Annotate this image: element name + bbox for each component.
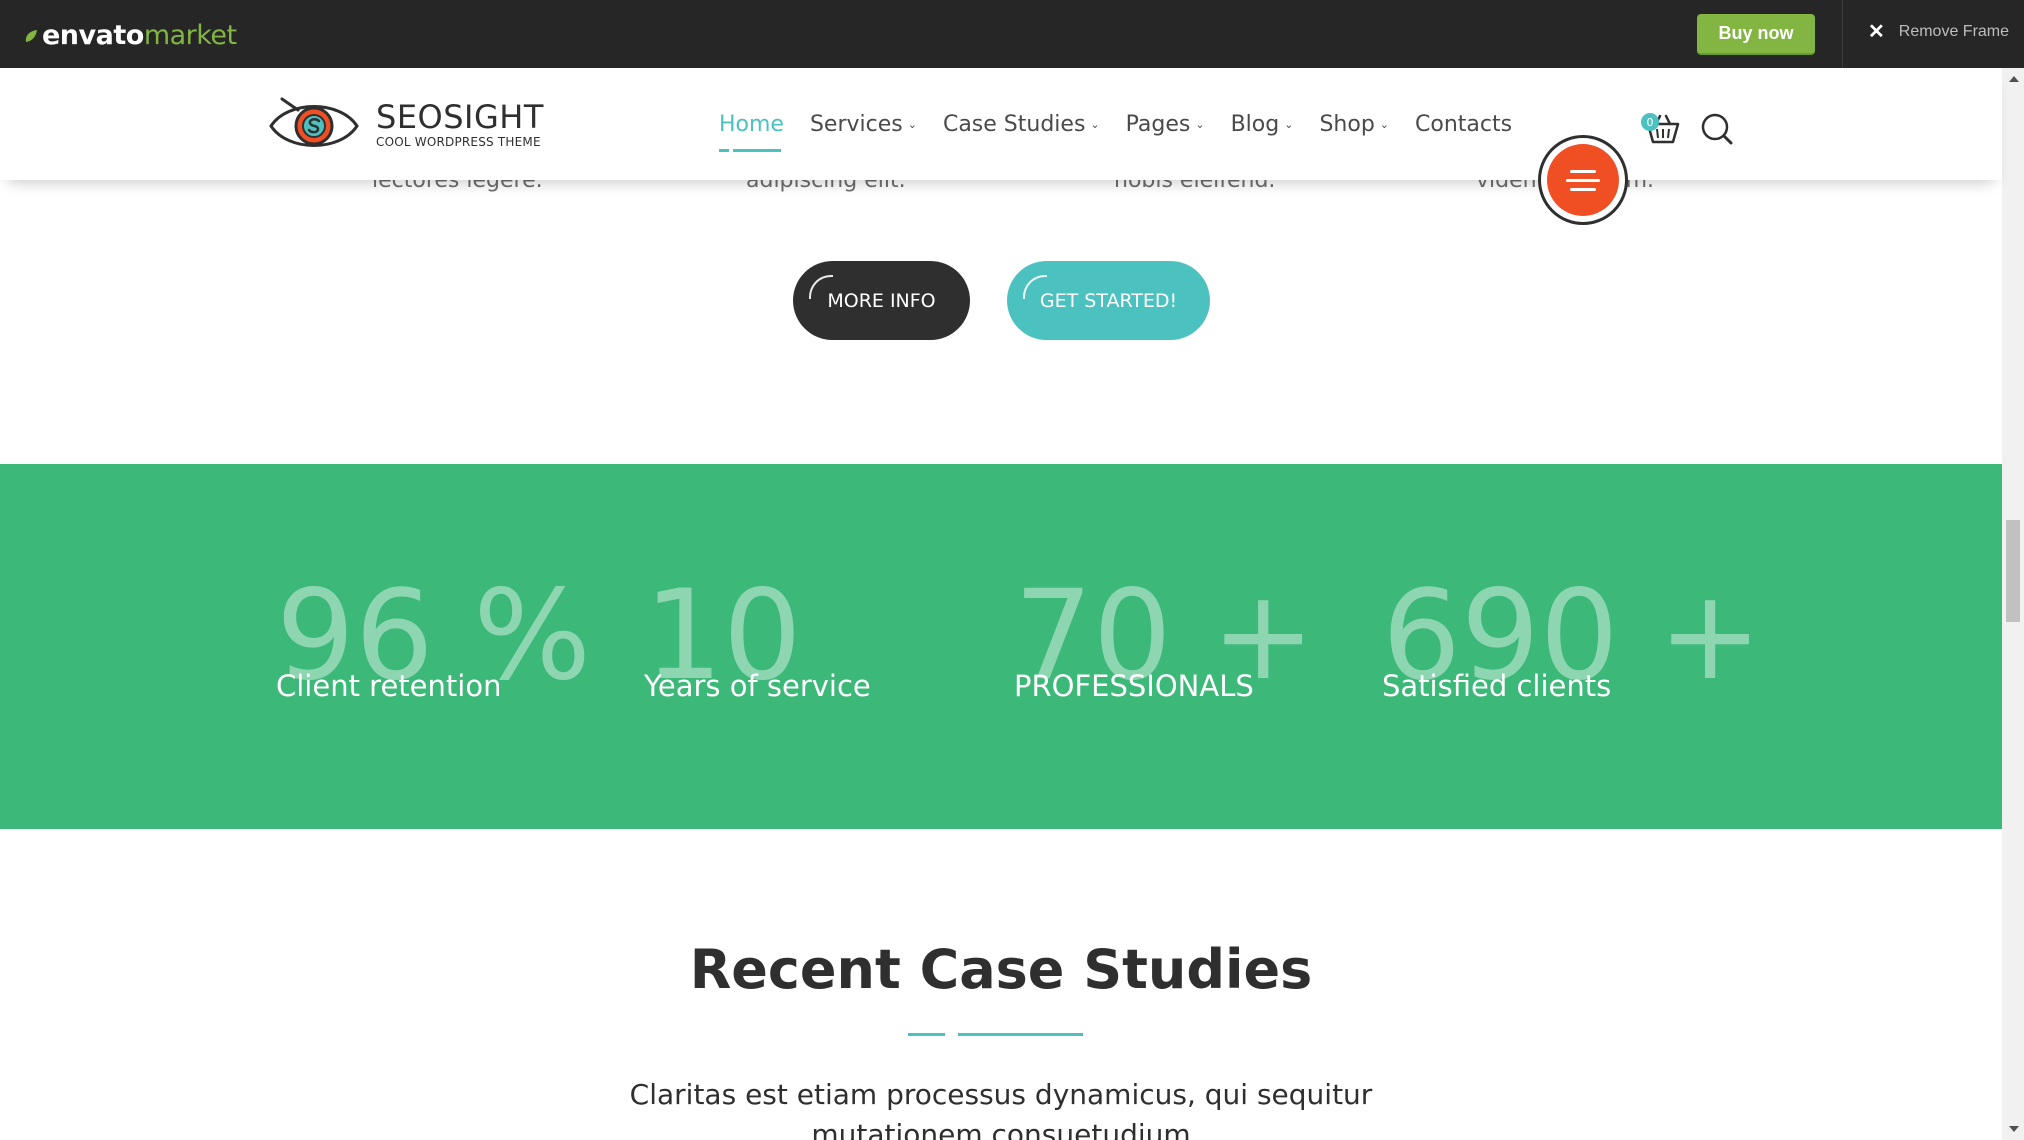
nav-item-shop[interactable]: Shop ⌄	[1319, 112, 1389, 137]
remove-frame-label: Remove Frame	[1898, 23, 2010, 40]
section-description: Claritas est etiam processus dynamicus, …	[629, 1078, 1373, 1140]
close-icon: ✕	[1868, 21, 1885, 43]
market-logo-word: market	[143, 20, 237, 51]
nav-item-label: Shop	[1319, 112, 1375, 137]
nav-item-label: Contacts	[1415, 112, 1513, 137]
eye-logo-icon	[269, 97, 359, 147]
page-scrollbar[interactable]	[2002, 68, 2024, 1140]
nav-item-home[interactable]: Home	[719, 112, 784, 152]
stat-label: PROFESSIONALS	[1014, 669, 1254, 703]
nav-item-label: Case Studies	[942, 112, 1086, 137]
cart-count-badge: 0	[1641, 113, 1659, 131]
envato-top-bar: envato market Buy now ✕ Remove Frame	[0, 0, 2024, 68]
brand-name: SEOSIGHT	[376, 98, 544, 136]
nav-item-case-studies[interactable]: Case Studies ⌄	[943, 112, 1100, 137]
get-started-button[interactable]: GET STARTED!	[1007, 261, 1210, 340]
chevron-down-icon: ⌄	[1195, 118, 1205, 131]
scroll-down-arrow-icon[interactable]	[2009, 1126, 2019, 1132]
nav-item-contacts[interactable]: Contacts	[1415, 112, 1512, 137]
chevron-down-icon: ⌄	[1090, 118, 1100, 131]
nav-item-label: Pages	[1125, 112, 1191, 137]
menu-icon	[1547, 144, 1619, 216]
bar-divider	[1842, 0, 1843, 68]
stat-label: Satisfied clients	[1382, 669, 1612, 703]
nav-item-label: Services	[809, 112, 903, 137]
nav-item-pages[interactable]: Pages ⌄	[1126, 112, 1205, 137]
nav-item-services[interactable]: Services ⌄	[810, 112, 917, 137]
scrollbar-thumb[interactable]	[2006, 520, 2020, 622]
search-icon[interactable]	[1700, 112, 1734, 146]
chevron-down-icon: ⌄	[1284, 118, 1294, 131]
stats-section: 96 % Client retention 10 Years of servic…	[0, 464, 2002, 829]
nav-item-label: Home	[719, 112, 784, 137]
brand-tagline: COOL WORDPRESS THEME	[376, 135, 541, 149]
remove-frame-link[interactable]: ✕ Remove Frame	[1868, 22, 2009, 42]
get-started-label: GET STARTED!	[1039, 289, 1178, 312]
chevron-down-icon: ⌄	[1379, 118, 1390, 131]
nav-item-label: Blog	[1230, 112, 1280, 137]
stat-label: Years of service	[644, 669, 871, 703]
title-divider	[908, 1033, 1083, 1036]
main-nav: Home Services ⌄ Case Studies ⌄ Pages ⌄ B…	[719, 112, 1538, 152]
stat-label: Client retention	[276, 669, 502, 703]
more-info-label: MORE INFO	[827, 289, 936, 312]
envato-leaf-icon	[25, 29, 37, 42]
envato-logo-word: envato	[42, 20, 144, 51]
nav-item-blog[interactable]: Blog ⌄	[1231, 112, 1294, 137]
chevron-down-icon: ⌄	[907, 118, 917, 131]
section-title: Recent Case Studies	[689, 938, 1313, 1001]
envato-market-logo[interactable]: envato market	[24, 20, 237, 51]
scroll-up-arrow-icon[interactable]	[2009, 76, 2019, 82]
floating-menu-button[interactable]	[1538, 135, 1628, 225]
buy-now-button[interactable]: Buy now	[1697, 14, 1815, 55]
more-info-button[interactable]: MORE INFO	[793, 261, 970, 340]
site-logo[interactable]: SEOSIGHT COOL WORDPRESS THEME	[268, 90, 544, 160]
